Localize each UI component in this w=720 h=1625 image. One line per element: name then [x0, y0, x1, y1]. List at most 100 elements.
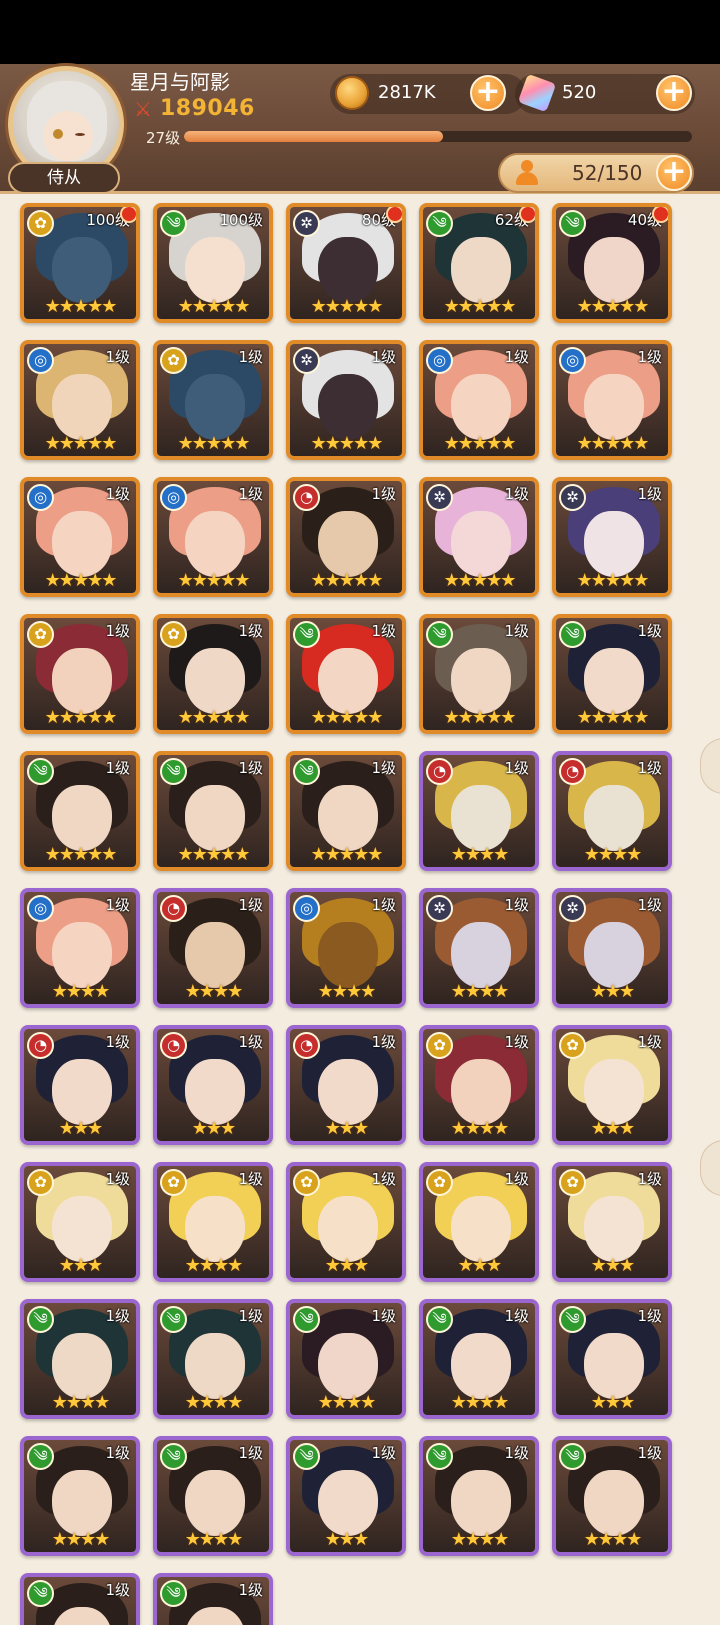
hero-face [584, 648, 644, 714]
player-level: 27级 [146, 129, 181, 147]
hero-card[interactable]: ✿ 100级 ★★★★★ [20, 203, 140, 323]
hero-card[interactable]: ༄ 1级 ★★★ [552, 1299, 672, 1419]
hero-face [185, 237, 245, 303]
hero-level: 1级 [637, 759, 662, 777]
hero-level: 1级 [371, 1444, 396, 1462]
hero-card[interactable]: ◎ 1级 ★★★★★ [552, 340, 672, 460]
star-rating: ★★★★★ [44, 296, 118, 317]
star-rating: ★★★★★ [443, 433, 517, 454]
star-rating: ★★★★ [450, 1529, 510, 1550]
element-icon: ✿ [559, 1032, 586, 1059]
hero-card[interactable]: ✿ 1级 ★★★★ [153, 1162, 273, 1282]
star-rating: ★★★★ [450, 981, 510, 1002]
hero-face [52, 1333, 112, 1399]
hero-card[interactable]: ◎ 1级 ★★★★★ [153, 477, 273, 597]
element-icon: ◔ [293, 484, 320, 511]
hero-level: 1级 [238, 1170, 263, 1188]
hero-card[interactable]: ◔ 1级 ★★★★★ [286, 477, 406, 597]
hero-level: 1级 [105, 1581, 130, 1599]
hero-card[interactable]: ༄1级★★★★ [20, 1436, 140, 1556]
hero-card[interactable]: ༄ 1级 ★★★★★ [286, 751, 406, 871]
hero-card[interactable]: ༄1级★★★★ [153, 1573, 273, 1625]
hero-card[interactable]: ✿ 1级 ★★★ [552, 1025, 672, 1145]
hero-card[interactable]: ༄ 1级 ★★★★★ [153, 751, 273, 871]
expand-roster-button[interactable]: + [656, 155, 692, 191]
hero-card[interactable]: ༄1级★★★★ [552, 1436, 672, 1556]
hero-level: 1级 [504, 896, 529, 914]
hero-card[interactable]: ༄ 40级 ★★★★★ [552, 203, 672, 323]
hero-card[interactable]: ◎ 1级 ★★★★★ [20, 477, 140, 597]
add-coins-button[interactable]: + [470, 75, 506, 111]
hero-card[interactable]: ༄1级★★★★ [286, 1299, 406, 1419]
hero-card[interactable]: ✲ 80级 ★★★★★ [286, 203, 406, 323]
hero-level: 1级 [637, 1033, 662, 1051]
add-gems-button[interactable]: + [656, 75, 692, 111]
tab-attendants[interactable]: 侍从 [8, 162, 120, 194]
crossed-swords-icon: ⚔ [134, 97, 152, 121]
hero-card[interactable]: ◔ 1级 ★★★★ [552, 751, 672, 871]
hero-card[interactable]: ✿ 1级 ★★★★ [419, 1025, 539, 1145]
hero-card[interactable]: ◔ 1级 ★★★ [153, 1025, 273, 1145]
hero-card[interactable]: ༄ 1级 ★★★★★ [552, 614, 672, 734]
element-icon: ༄ [559, 621, 586, 648]
element-icon: ༄ [27, 1306, 54, 1333]
hero-card[interactable]: ༄1级★★★★ [419, 1299, 539, 1419]
star-rating: ★★★★ [184, 1392, 244, 1413]
hero-card[interactable]: ༄1级★★★★ [153, 1299, 273, 1419]
hero-card[interactable]: ༄ 1级 ★★★★★ [20, 751, 140, 871]
hero-level: 1级 [238, 1444, 263, 1462]
star-rating: ★★★★ [184, 981, 244, 1002]
hero-card[interactable]: ༄ 100级 ★★★★★ [153, 203, 273, 323]
hero-card[interactable]: ༄1级★★★★ [20, 1573, 140, 1625]
hero-face [318, 511, 378, 577]
hero-level: 1级 [238, 622, 263, 640]
status-bar [0, 0, 720, 64]
hero-card[interactable]: ༄ 1级 ★★★★★ [419, 614, 539, 734]
hero-card[interactable]: ✿ 1级 ★★★ [20, 1162, 140, 1282]
hero-card[interactable]: ✿ 1级 ★★★★★ [153, 614, 273, 734]
hero-card[interactable]: ◔ 1级 ★★★★ [419, 751, 539, 871]
hero-level: 1级 [504, 1170, 529, 1188]
hero-face [451, 922, 511, 988]
hero-level: 1级 [371, 1033, 396, 1051]
hero-card[interactable]: ◎ 1级 ★★★★ [20, 888, 140, 1008]
hero-face [185, 1470, 245, 1536]
player-name: 星月与阿影 [130, 70, 230, 94]
star-rating: ★★★★★ [177, 844, 251, 865]
hero-card[interactable]: ༄1级★★★★ [153, 1436, 273, 1556]
hero-card[interactable]: ◎ 1级 ★★★★★ [419, 340, 539, 460]
hero-card[interactable]: ✿ 1级 ★★★★★ [20, 614, 140, 734]
element-icon: ༄ [293, 621, 320, 648]
star-rating: ★★★ [324, 1529, 369, 1550]
hero-card[interactable]: ✿ 1级 ★★★ [419, 1162, 539, 1282]
side-scroll-tab[interactable] [700, 738, 720, 794]
hero-card[interactable]: ✲ 1级 ★★★ [552, 888, 672, 1008]
star-rating: ★★★★ [184, 1529, 244, 1550]
element-icon: ༄ [559, 1443, 586, 1470]
hero-card[interactable]: ◔ 1级 ★★★ [286, 1025, 406, 1145]
hero-card[interactable]: ◎ 1级 ★★★★★ [20, 340, 140, 460]
hero-card[interactable]: ◔ 1级 ★★★★ [153, 888, 273, 1008]
notification-dot [519, 207, 535, 223]
hero-face [185, 511, 245, 577]
hero-level: 1级 [105, 348, 130, 366]
gem-amount: 520 [562, 82, 597, 103]
hero-card[interactable]: ✿ 1级 ★★★ [286, 1162, 406, 1282]
hero-card[interactable]: ◎ 1级 ★★★★ [286, 888, 406, 1008]
hero-card[interactable]: ✲ 1级 ★★★★★ [419, 477, 539, 597]
hero-card[interactable]: ༄1级★★★★ [20, 1299, 140, 1419]
hero-card[interactable]: ◔ 1级 ★★★ [20, 1025, 140, 1145]
hero-card[interactable]: ✿ 1级 ★★★ [552, 1162, 672, 1282]
hero-card[interactable]: ༄ 1级 ★★★ [286, 1436, 406, 1556]
element-icon: ◔ [426, 758, 453, 785]
hero-card[interactable]: ༄ 62级 ★★★★★ [419, 203, 539, 323]
hero-card[interactable]: ༄ 1级 ★★★★★ [286, 614, 406, 734]
side-scroll-tab[interactable] [700, 1140, 720, 1196]
notification-dot [652, 207, 668, 223]
hero-card[interactable]: ✲ 1级 ★★★★ [419, 888, 539, 1008]
hero-card[interactable]: ✲ 1级 ★★★★★ [552, 477, 672, 597]
hero-card[interactable]: ✲ 1级 ★★★★★ [286, 340, 406, 460]
hero-face [451, 374, 511, 440]
hero-card[interactable]: ༄1级★★★★ [419, 1436, 539, 1556]
hero-card[interactable]: ✿ 1级 ★★★★★ [153, 340, 273, 460]
